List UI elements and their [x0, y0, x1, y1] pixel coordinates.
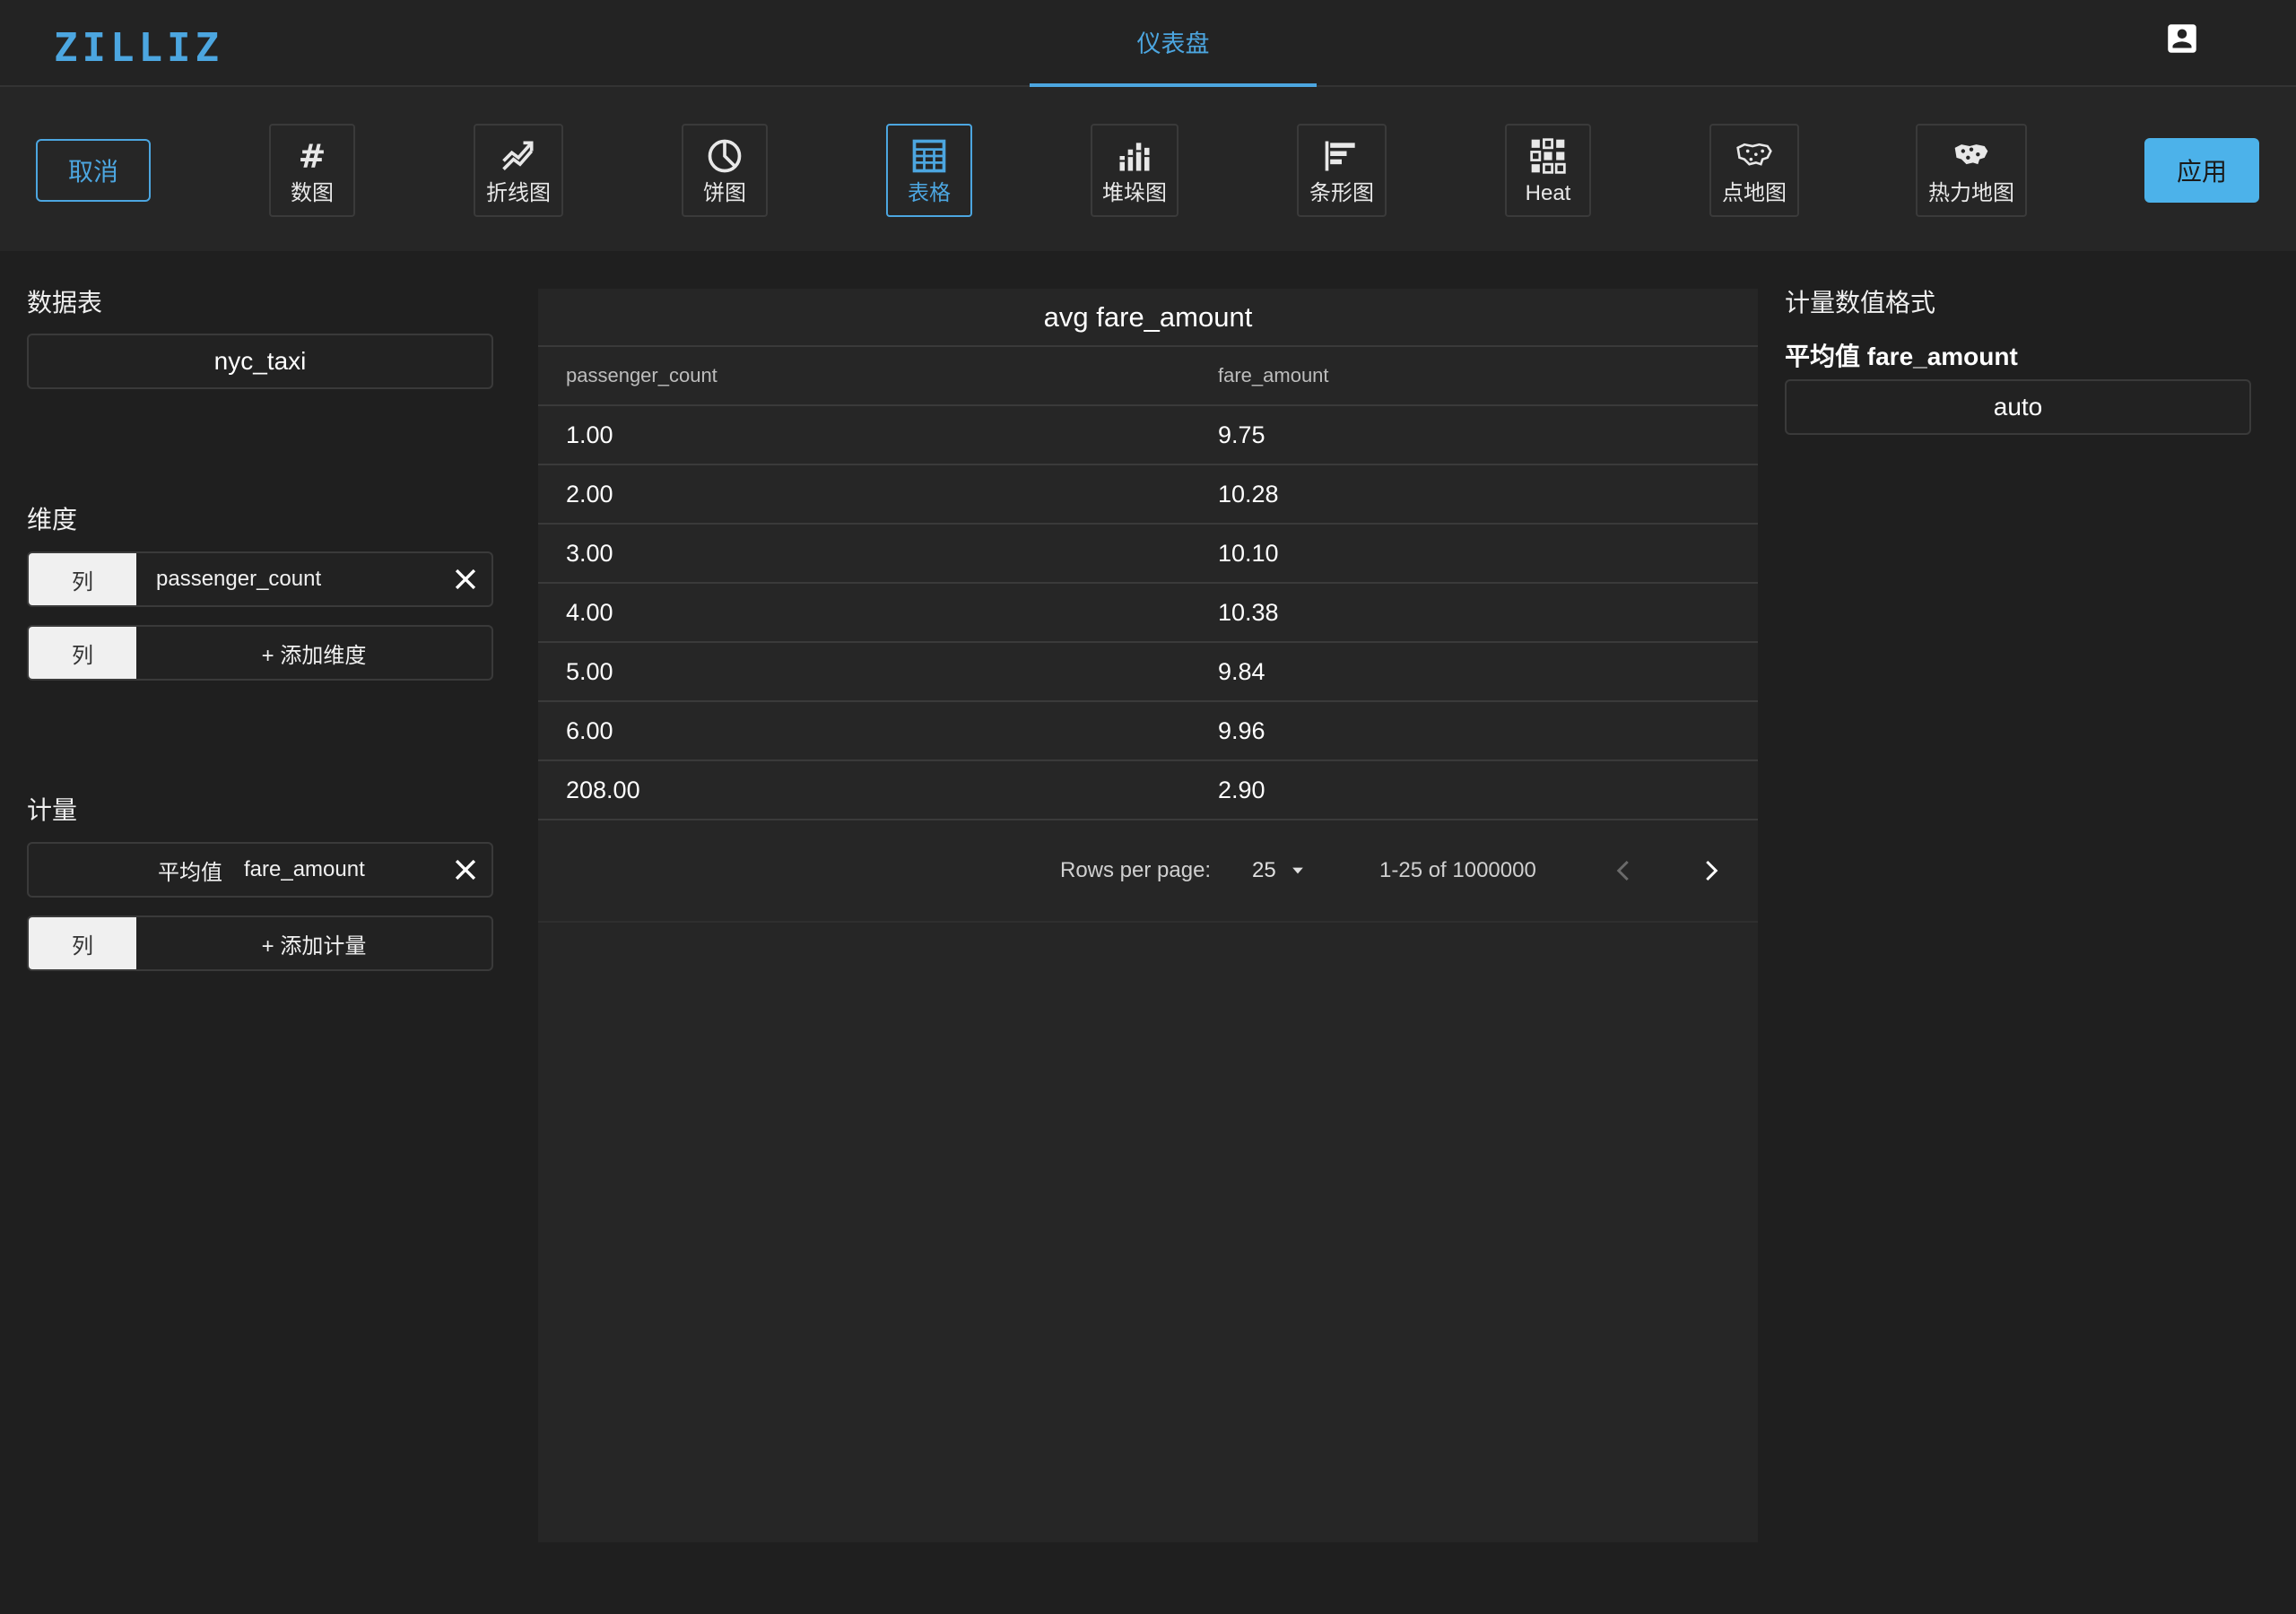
- add-dimension-button[interactable]: + 添加维度: [136, 638, 491, 669]
- chart-type-point-map[interactable]: 点地图: [1709, 124, 1799, 217]
- svg-text:#: #: [299, 137, 326, 176]
- datasource-value: nyc_taxi: [213, 347, 307, 375]
- column-header[interactable]: passenger_count: [538, 364, 1218, 387]
- table-icon: [912, 139, 946, 173]
- stacked-bar-icon: [1119, 143, 1150, 171]
- pie-chart-icon: [708, 139, 742, 173]
- table-row: 3.00 10.10: [538, 525, 1758, 584]
- format-label: 计量数值格式: [1785, 289, 1936, 317]
- column-header[interactable]: fare_amount: [1218, 364, 1758, 387]
- table-cell: 10.38: [1218, 598, 1279, 626]
- hash-icon: #: [299, 137, 326, 176]
- table-cell: 5.00: [566, 657, 613, 685]
- zilliz-logo[interactable]: ZILLIZ: [54, 25, 223, 71]
- line-chart-icon: [502, 141, 534, 170]
- point-map-icon: [1736, 143, 1772, 166]
- chevron-right-icon[interactable]: [1697, 857, 1724, 884]
- table-cell: 9.75: [1218, 421, 1265, 448]
- column-chip[interactable]: 列: [29, 627, 136, 679]
- format-select[interactable]: auto: [1785, 379, 2251, 435]
- measure-format-name: 平均值 fare_amount: [1785, 343, 2018, 370]
- add-measure-field[interactable]: 列 + 添加计量: [27, 915, 493, 971]
- table-cell: 208.00: [566, 776, 640, 803]
- chart-type-number[interactable]: # 数图: [269, 124, 355, 217]
- heat-map-icon: [1954, 144, 1988, 165]
- add-measure-button[interactable]: + 添加计量: [136, 928, 491, 959]
- dimension-value: passenger_count: [156, 567, 322, 591]
- measure-value: fare_amount: [244, 857, 365, 881]
- chart-type-label: 饼图: [703, 181, 746, 205]
- chart-type-stacked[interactable]: 堆垛图: [1091, 124, 1178, 217]
- format-value: auto: [1993, 393, 2043, 421]
- measure-aggregation[interactable]: 平均值: [29, 855, 222, 886]
- table-row: 2.00 10.28: [538, 465, 1758, 525]
- page-range: 1-25 of 1000000: [1379, 858, 1536, 882]
- caret-down-icon: [1292, 867, 1303, 874]
- cancel-button[interactable]: 取消: [36, 139, 151, 202]
- datasource-label: 数据表: [27, 289, 103, 317]
- chart-type-label: 折线图: [486, 181, 551, 205]
- rows-per-page-label: Rows per page:: [1060, 858, 1212, 882]
- table-row: 5.00 9.84: [538, 643, 1758, 702]
- dimension-field[interactable]: 列 passenger_count: [27, 551, 493, 607]
- table-cell: 4.00: [566, 598, 613, 626]
- close-icon[interactable]: [450, 855, 481, 885]
- chart-type-toolbar: 取消 # 数图 折线图 饼图 表格 堆垛图 条形图 Heat 点地图 热力地图 …: [0, 87, 2296, 251]
- close-icon[interactable]: [450, 564, 481, 594]
- table-cell: 2.90: [1218, 776, 1265, 803]
- chart-type-pie[interactable]: 饼图: [682, 124, 768, 217]
- table-row: 4.00 10.38: [538, 584, 1758, 643]
- chart-type-label: 堆垛图: [1102, 181, 1167, 205]
- apply-button[interactable]: 应用: [2144, 138, 2259, 203]
- dimension-label: 维度: [27, 506, 78, 534]
- tab-dashboard[interactable]: 仪表盘: [1030, 0, 1317, 87]
- account-box-icon[interactable]: [2163, 20, 2201, 57]
- chart-type-label: 热力地图: [1928, 181, 2014, 205]
- chart-type-label: 条形图: [1309, 181, 1374, 205]
- measure-field[interactable]: 平均值 fare_amount: [27, 842, 493, 898]
- rows-per-page-select[interactable]: 25: [1252, 858, 1307, 883]
- table-cell: 9.84: [1218, 657, 1265, 685]
- chart-type-label: 表格: [908, 181, 951, 205]
- chart-type-label: Heat: [1525, 181, 1571, 205]
- chart-type-heat-map[interactable]: 热力地图: [1916, 124, 2027, 217]
- table-row: 208.00 2.90: [538, 761, 1758, 820]
- table-row: 1.00 9.75: [538, 406, 1758, 465]
- chevron-left-icon[interactable]: [1611, 857, 1638, 884]
- chart-type-table[interactable]: 表格: [886, 124, 972, 217]
- table-cell: 2.00: [566, 480, 613, 508]
- chart-type-label: 数图: [291, 181, 334, 205]
- table-cell: 10.28: [1218, 480, 1279, 508]
- add-dimension-field[interactable]: 列 + 添加维度: [27, 625, 493, 681]
- datasource-select[interactable]: nyc_taxi: [27, 334, 493, 389]
- table-cell: 10.10: [1218, 539, 1279, 567]
- heat-grid-icon: [1530, 138, 1566, 174]
- rows-per-page-value: 25: [1252, 858, 1276, 882]
- bar-chart-icon: [1325, 141, 1355, 171]
- table-pagination: Rows per page: 25 1-25 of 1000000: [538, 820, 1758, 923]
- chart-type-line[interactable]: 折线图: [474, 124, 563, 217]
- table-cell: 6.00: [566, 716, 613, 744]
- table-header-row: passenger_count fare_amount: [538, 347, 1758, 406]
- column-chip[interactable]: 列: [29, 917, 136, 969]
- chart-type-heat[interactable]: Heat: [1505, 124, 1591, 217]
- table-cell: 1.00: [566, 421, 613, 448]
- table-cell: 9.96: [1218, 716, 1265, 744]
- table-title: avg fare_amount: [538, 289, 1758, 347]
- chart-type-label: 点地图: [1722, 181, 1787, 205]
- table-row: 6.00 9.96: [538, 702, 1758, 761]
- measure-label: 计量: [27, 796, 78, 824]
- chart-type-bar[interactable]: 条形图: [1297, 124, 1387, 217]
- column-chip[interactable]: 列: [29, 553, 136, 605]
- table-cell: 3.00: [566, 539, 613, 567]
- top-header: ZILLIZ 仪表盘: [0, 0, 2296, 87]
- table-preview: avg fare_amount passenger_count fare_amo…: [538, 289, 1758, 1542]
